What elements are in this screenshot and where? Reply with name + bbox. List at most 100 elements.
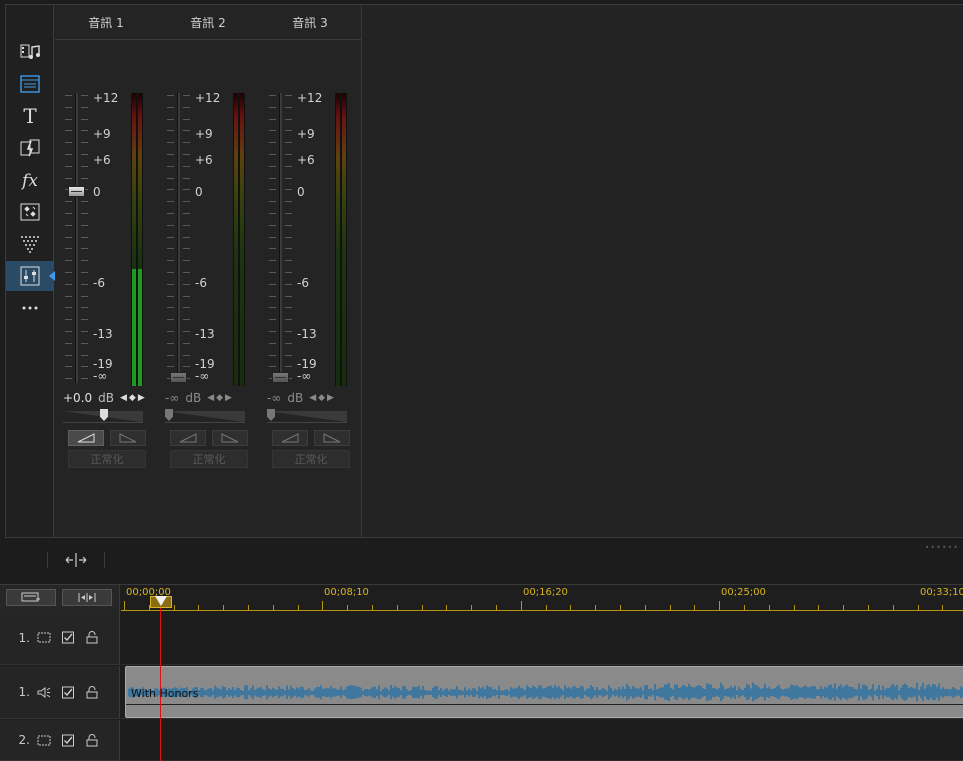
- sidebar-particle-button[interactable]: [6, 229, 54, 259]
- scale-label: -6: [93, 276, 105, 290]
- prev-keyframe-icon[interactable]: ◀: [120, 393, 127, 403]
- scale-tick: [167, 307, 174, 309]
- pan-slider[interactable]: [267, 409, 347, 423]
- scale-tick: [167, 331, 174, 332]
- resize-grip[interactable]: ••••••: [925, 543, 959, 552]
- gain-readout: -∞ dB ◀ ◆ ▶: [165, 391, 255, 405]
- scale-label: -∞: [93, 369, 108, 383]
- track-number: 1.: [18, 630, 30, 645]
- keyframe-controls[interactable]: ◀ ◆ ▶: [207, 393, 232, 403]
- track-type-indicator: [32, 631, 56, 644]
- checkbox-checked-icon: [62, 686, 74, 698]
- next-keyframe-icon[interactable]: ▶: [327, 393, 334, 403]
- sidebar-more-button[interactable]: [6, 293, 54, 323]
- playhead-line: [160, 608, 161, 761]
- scale-tick: [285, 224, 292, 226]
- scale-tick: [167, 260, 174, 262]
- scale-tick: [65, 106, 72, 108]
- scale-tick: [65, 236, 72, 238]
- volume-fader-knob[interactable]: [170, 372, 187, 383]
- prev-keyframe-icon[interactable]: ◀: [207, 393, 214, 403]
- scale-tick: [81, 366, 88, 368]
- track-lane-1[interactable]: [121, 611, 963, 665]
- scale-tick: [81, 118, 88, 120]
- fade-in-button[interactable]: [272, 430, 308, 446]
- ruler-tick: [644, 605, 646, 610]
- track-lock-button[interactable]: [80, 733, 104, 747]
- scale-tick: [183, 189, 190, 191]
- media-room-icon: [19, 73, 41, 95]
- add-keyframe-icon[interactable]: ◆: [216, 393, 223, 403]
- sidebar-audio-mixer-button[interactable]: [6, 261, 55, 291]
- scale-tick: [269, 213, 276, 214]
- scale-tick: [285, 130, 292, 132]
- keyframe-controls[interactable]: ◀ ◆ ▶: [309, 393, 334, 403]
- volume-fader-track[interactable]: [75, 93, 78, 383]
- scale-tick: [81, 342, 88, 344]
- track-lock-button[interactable]: [80, 631, 104, 644]
- scale-tick: [285, 319, 292, 321]
- pan-slider[interactable]: [63, 409, 143, 423]
- fit-width-button[interactable]: [64, 550, 88, 570]
- svg-text:T: T: [23, 105, 37, 127]
- normalize-button[interactable]: 正常化: [272, 450, 350, 468]
- pan-slider[interactable]: [165, 409, 245, 423]
- scale-label: -13: [93, 327, 113, 341]
- scale-tick: [81, 95, 88, 96]
- volume-fader-track[interactable]: [177, 93, 180, 383]
- scale-tick: [65, 307, 72, 309]
- timeline-ruler[interactable]: 00;00;00 00;08;10 00;16;20 00;25;00 00;33;10: [121, 585, 963, 611]
- scale-label: +12: [297, 91, 323, 105]
- add-keyframe-icon[interactable]: ◆: [318, 393, 325, 403]
- scale-tick: [269, 319, 276, 321]
- sidebar-effects-button[interactable]: fx: [6, 165, 54, 195]
- scale-tick: [269, 154, 276, 155]
- track-lane-3[interactable]: [121, 720, 963, 761]
- fade-out-button[interactable]: [212, 430, 248, 446]
- next-keyframe-icon[interactable]: ▶: [138, 393, 145, 403]
- track-lock-button[interactable]: [80, 685, 104, 699]
- scale-tick: [285, 295, 292, 297]
- sidebar-media-room-button[interactable]: [6, 69, 54, 99]
- scale-tick: [183, 177, 190, 179]
- normalize-button[interactable]: 正常化: [68, 450, 146, 468]
- scale-label: -13: [297, 327, 317, 341]
- sidebar-title-button[interactable]: T: [6, 101, 54, 131]
- add-keyframe-icon[interactable]: ◆: [129, 393, 136, 403]
- scale-tick: [167, 95, 174, 96]
- track-manager-button[interactable]: [6, 589, 56, 606]
- fade-in-button[interactable]: [68, 430, 104, 446]
- track-enable-checkbox[interactable]: [56, 734, 80, 747]
- fade-out-button[interactable]: [314, 430, 350, 446]
- sidebar-transition-button[interactable]: [6, 133, 54, 163]
- next-keyframe-icon[interactable]: ▶: [225, 393, 232, 403]
- scale-tick: [81, 248, 88, 250]
- scale-tick: [81, 378, 88, 380]
- scale-tick: [285, 283, 292, 285]
- scale-tick: [285, 331, 292, 332]
- scale-tick: [269, 189, 276, 191]
- scale-tick: [269, 366, 276, 368]
- keyframe-controls[interactable]: ◀ ◆ ▶: [120, 393, 145, 403]
- sidebar-pip-button[interactable]: [6, 197, 54, 227]
- fade-out-button[interactable]: [110, 430, 146, 446]
- scale-tick: [269, 165, 276, 167]
- scale-tick: [81, 130, 88, 132]
- ruler-tick: [545, 605, 547, 610]
- volume-fader-knob[interactable]: [272, 372, 289, 383]
- scale-tick: [167, 224, 174, 226]
- fit-timeline-button[interactable]: [62, 589, 112, 606]
- volume-fader-track[interactable]: [279, 93, 282, 383]
- scale-tick: [167, 118, 174, 120]
- normalize-button[interactable]: 正常化: [170, 450, 248, 468]
- volume-fader-knob[interactable]: [68, 186, 85, 197]
- sidebar-media-music-button[interactable]: [6, 37, 54, 67]
- track-enable-checkbox[interactable]: [56, 631, 80, 644]
- audio-clip[interactable]: With Honors: [125, 666, 963, 718]
- scale-tick: [167, 272, 174, 273]
- track-number: 1.: [18, 685, 30, 699]
- track-manager-icon: [21, 592, 40, 602]
- prev-keyframe-icon[interactable]: ◀: [309, 393, 316, 403]
- fade-in-button[interactable]: [170, 430, 206, 446]
- track-enable-checkbox[interactable]: [56, 686, 80, 699]
